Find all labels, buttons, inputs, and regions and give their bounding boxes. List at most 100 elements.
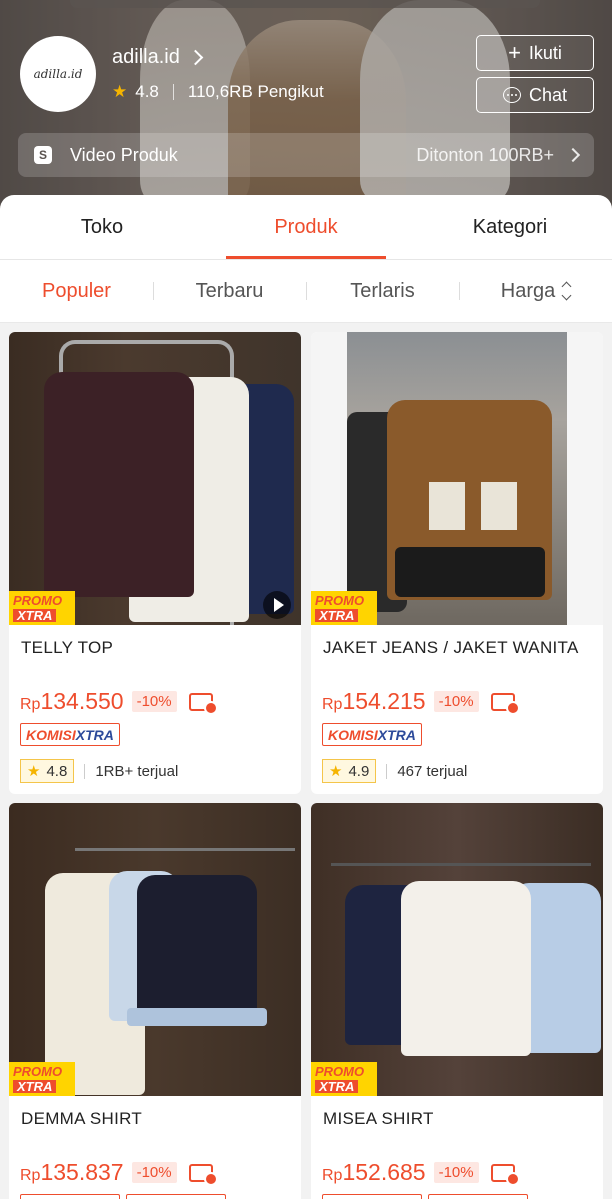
currency-prefix: Rp: [20, 1167, 41, 1184]
divider: [386, 763, 388, 779]
shop-stats: ★ 4.8 110,6RB Pengikut: [112, 82, 324, 102]
price-value: 134.550: [40, 688, 124, 714]
lace-pocket-graphic: [481, 482, 517, 530]
product-name: JAKET JEANS / JAKET WANITA: [323, 638, 579, 657]
follow-button[interactable]: + Ikuti: [476, 35, 594, 71]
product-price: Rp135.837: [20, 1159, 124, 1186]
currency-prefix: Rp: [322, 696, 343, 713]
price-value: 135.837: [40, 1159, 124, 1185]
shop-name-link[interactable]: adilla.id: [112, 46, 204, 69]
tab-kategori[interactable]: Kategori: [408, 195, 612, 259]
ruffle-hem-graphic: [127, 1008, 267, 1026]
voucher-icon: [188, 1163, 218, 1186]
discount-badge: -10%: [131, 1162, 177, 1183]
voucher-icon: [490, 1163, 520, 1186]
product-meta: ★ 4.8 1RB+ terjual: [20, 759, 178, 783]
product-image: PROMO XTRA: [9, 803, 301, 1096]
chat-button[interactable]: Chat: [476, 77, 594, 113]
sort-populer[interactable]: Populer: [0, 280, 153, 303]
sort-populer-label: Populer: [42, 279, 111, 302]
product-rating: 4.9: [348, 762, 370, 780]
product-meta: ★ 4.9 467 terjual: [322, 759, 467, 783]
product-price: Rp152.685: [322, 1159, 426, 1186]
hanging-rail-graphic: [331, 863, 591, 866]
price-row: Rp135.837 -10%: [20, 1159, 218, 1186]
promo-xtra-badge: PROMO XTRA: [311, 1062, 377, 1096]
komisi-label: KOMISI: [328, 726, 378, 743]
badge-row-cropped: [322, 1194, 528, 1199]
sort-terbaru[interactable]: Terbaru: [153, 280, 306, 303]
promo-xtra-badge: PROMO XTRA: [9, 591, 75, 625]
follow-label: Ikuti: [528, 42, 562, 63]
star-icon: ★: [27, 763, 41, 780]
product-card[interactable]: PROMO XTRA TELLY TOP Rp134.550 -10% KOMI…: [9, 332, 301, 794]
rating-badge: ★ 4.9: [322, 759, 377, 783]
komisi-xtra-label: XTRA: [377, 726, 416, 743]
garment-graphic: [137, 875, 257, 1020]
video-label: Video Produk: [70, 144, 178, 165]
shop-logo[interactable]: adilla.id: [20, 36, 96, 112]
rating-badge: ★ 4.8: [20, 759, 75, 783]
promo-badge-bottom: XTRA: [13, 1080, 57, 1093]
badge-row-cropped: [20, 1194, 226, 1199]
sold-count: 1RB+ terjual: [95, 762, 179, 780]
promo-badge-top: PROMO: [13, 593, 63, 608]
chevron-right-icon: [187, 49, 204, 66]
sort-terbaru-label: Terbaru: [195, 279, 264, 302]
product-card[interactable]: PROMO XTRA MISEA SHIRT Rp152.685 -10%: [311, 803, 603, 1199]
tab-produk[interactable]: Produk: [204, 195, 408, 259]
komisi-xtra-badge: KOMISI XTRA: [20, 723, 120, 746]
garment-graphic: [44, 372, 194, 597]
divider: [172, 84, 174, 100]
shop-logo-text: adilla.id: [33, 67, 83, 81]
promo-badge-top: PROMO: [315, 593, 365, 608]
komisi-label: KOMISI: [26, 726, 76, 743]
star-icon: ★: [329, 763, 343, 780]
product-card[interactable]: PROMO XTRA JAKET JEANS / JAKET WANITA Rp…: [311, 332, 603, 794]
promo-badge-bottom: XTRA: [13, 609, 57, 622]
shop-rating: 4.8: [135, 82, 159, 101]
komisi-xtra-label: XTRA: [75, 726, 114, 743]
product-name: TELLY TOP: [21, 638, 114, 657]
product-card[interactable]: PROMO XTRA DEMMA SHIRT Rp135.837 -10%: [9, 803, 301, 1199]
sort-terlaris-label: Terlaris: [350, 279, 415, 302]
garment-graphic: [401, 881, 531, 1056]
product-price: Rp134.550: [20, 688, 124, 715]
currency-prefix: Rp: [322, 1167, 343, 1184]
shop-tabs: Toko Produk Kategori: [0, 195, 612, 260]
tab-toko[interactable]: Toko: [0, 195, 204, 259]
lace-pocket-graphic: [429, 482, 465, 530]
promo-badge-top: PROMO: [315, 1064, 365, 1079]
promo-badge-bottom: XTRA: [315, 609, 359, 622]
discount-badge: -10%: [433, 1162, 479, 1183]
product-rating: 4.8: [46, 762, 68, 780]
discount-badge: -10%: [433, 691, 479, 712]
price-row: Rp152.685 -10%: [322, 1159, 520, 1186]
shop-header: adilla.id adilla.id ★ 4.8 110,6RB Pengik…: [0, 0, 612, 215]
price-value: 154.215: [342, 688, 426, 714]
chat-bubble-icon: [502, 87, 521, 103]
chevron-right-icon: [565, 147, 581, 163]
hanging-rail-graphic: [75, 848, 295, 851]
divider: [84, 763, 86, 779]
discount-badge: -10%: [131, 691, 177, 712]
garment-graphic: [395, 547, 545, 597]
star-icon: ★: [112, 82, 128, 101]
play-video-icon[interactable]: [263, 591, 291, 619]
product-image: PROMO XTRA: [9, 332, 301, 625]
product-image: PROMO XTRA: [311, 803, 603, 1096]
price-row: Rp154.215 -10%: [322, 688, 520, 715]
shop-nav-panel: Toko Produk Kategori Populer Terbaru Ter…: [0, 195, 612, 323]
promo-xtra-badge: PROMO XTRA: [311, 591, 377, 625]
voucher-icon: [188, 692, 218, 715]
price-row: Rp134.550 -10%: [20, 688, 218, 715]
video-views-group: Ditonton 100RB+: [416, 145, 581, 166]
sort-harga[interactable]: Harga: [459, 280, 612, 303]
price-value: 152.685: [342, 1159, 426, 1185]
promo-badge-top: PROMO: [13, 1064, 63, 1079]
product-name: MISEA SHIRT: [323, 1109, 434, 1128]
video-product-bar[interactable]: S Video Produk Ditonton 100RB+: [18, 133, 594, 177]
shop-name: adilla.id: [112, 46, 180, 68]
sort-terlaris[interactable]: Terlaris: [306, 280, 459, 303]
shop-followers: 110,6RB Pengikut: [187, 82, 324, 101]
